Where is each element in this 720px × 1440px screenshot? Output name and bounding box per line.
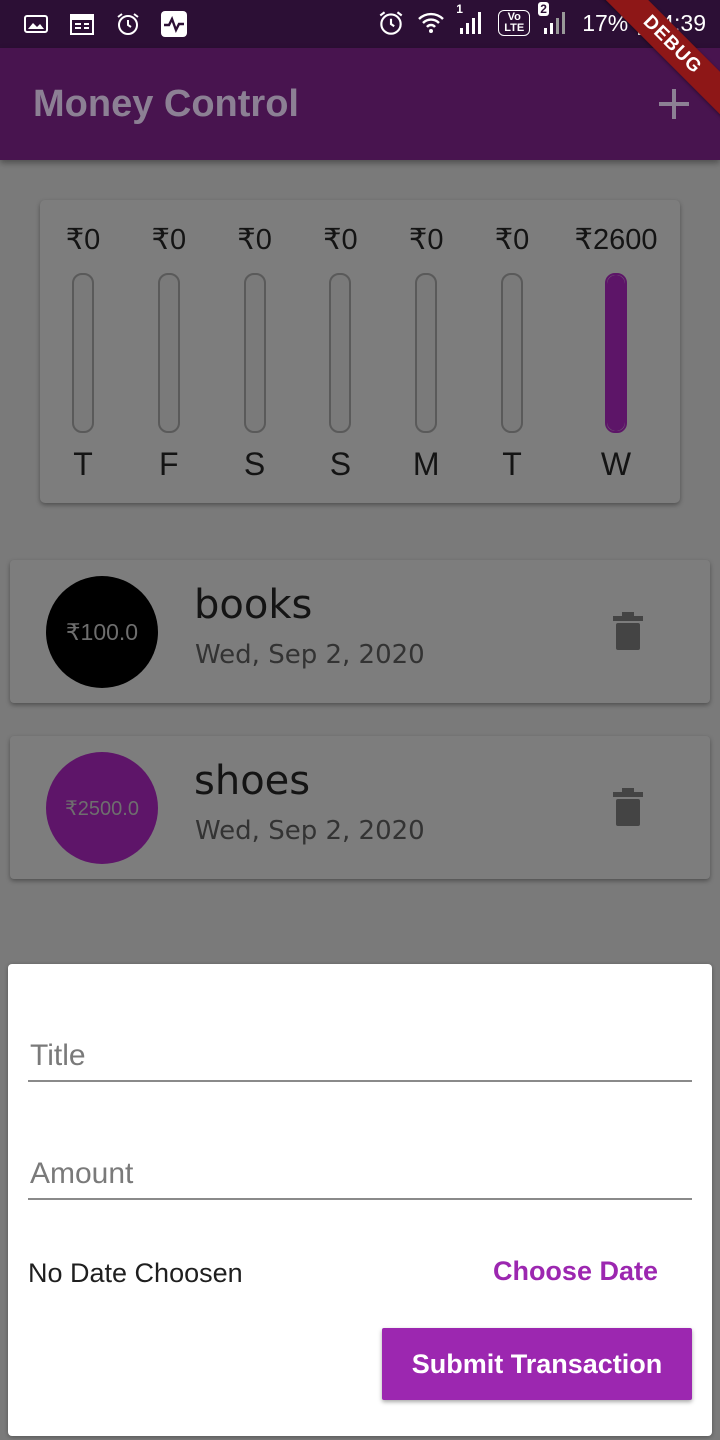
- alarm-icon: [117, 13, 139, 35]
- new-transaction-form: No Date Choosen Choose Date Submit Trans…: [8, 964, 712, 1436]
- chart-column: ₹0 T: [40, 200, 126, 503]
- chart-day-label: M: [412, 446, 440, 482]
- signal-sim2: 2: [538, 2, 572, 38]
- transaction-date: Wed, Sep 2, 2020: [195, 816, 425, 846]
- delete-icon[interactable]: [612, 788, 644, 826]
- chart-column: ₹0 S: [297, 200, 383, 503]
- wifi-icon: [418, 12, 445, 33]
- chart-bar: [72, 273, 94, 433]
- chart-bar: [605, 273, 627, 433]
- chart-day-label: F: [159, 446, 179, 482]
- app-bar: Money Control: [0, 48, 720, 160]
- amount-input[interactable]: [28, 1156, 696, 1192]
- signal-sim1: 1: [456, 2, 488, 38]
- chart-amount-label: ₹0: [323, 224, 358, 256]
- chart-bar: [157, 273, 180, 433]
- chart-amount-label: ₹0: [151, 224, 187, 256]
- chart-amount-label: ₹0: [237, 224, 272, 256]
- chart-column: ₹0 F: [126, 200, 212, 503]
- date-status: No Date Choosen: [28, 1258, 243, 1288]
- bottom-sheet: No Date Choosen Choose Date Submit Trans…: [0, 956, 720, 1440]
- chart-column: ₹0 M: [383, 200, 469, 503]
- submit-transaction-button[interactable]: Submit Transaction: [382, 1328, 692, 1400]
- transaction-date: Wed, Sep 2, 2020: [195, 640, 425, 670]
- calendar-icon: [70, 14, 94, 35]
- transaction-card: ₹100.0 books Wed, Sep 2, 2020: [10, 560, 710, 703]
- chart-bar: [415, 273, 438, 433]
- amount-text: ₹100.0: [65, 618, 139, 645]
- transaction-title: shoes: [194, 758, 311, 804]
- chart-column: ₹2600 W: [573, 200, 659, 503]
- transaction-title: books: [194, 582, 313, 628]
- chart-amount-label: ₹0: [408, 224, 444, 256]
- chart-day-label: S: [243, 446, 266, 482]
- chart-amount-label: ₹2600: [574, 224, 658, 256]
- chart-day-label: W: [600, 446, 632, 482]
- alarm-icon: [379, 11, 403, 35]
- chart-amount-label: ₹0: [494, 224, 530, 256]
- choose-date-button[interactable]: Choose Date: [493, 1256, 658, 1287]
- weekly-chart: ₹0 T ₹0 F ₹0 S ₹0 S ₹0 M ₹0 T ₹2600 W: [40, 200, 680, 503]
- sim1-label: 1: [456, 2, 463, 16]
- title-field: [28, 1010, 696, 1082]
- activity-icon: [161, 11, 187, 37]
- delete-icon[interactable]: [612, 612, 644, 650]
- plus-icon[interactable]: [654, 84, 694, 124]
- chart-day-label: S: [329, 446, 352, 482]
- amount-field: [28, 1128, 696, 1200]
- chart-bar-fill: [607, 275, 625, 431]
- notification-icons: [22, 10, 188, 38]
- chart-column: ₹0 T: [469, 200, 555, 503]
- chart-bar: [329, 273, 352, 433]
- chart-day-label: T: [73, 446, 93, 482]
- amount-avatar: ₹100.0: [46, 576, 158, 688]
- volte-badge: Vo LTE: [498, 10, 531, 36]
- transaction-card: ₹2500.0 shoes Wed, Sep 2, 2020: [10, 736, 710, 879]
- app-title: Money Control: [33, 83, 299, 125]
- sim2-label: 2: [538, 2, 549, 16]
- chart-amount-label: ₹0: [65, 224, 101, 256]
- amount-avatar: ₹2500.0: [46, 752, 158, 864]
- title-input[interactable]: [28, 1038, 696, 1074]
- chart-bar: [243, 273, 266, 433]
- chart-day-label: T: [502, 446, 522, 482]
- gallery-icon: [24, 15, 48, 33]
- amount-text: ₹2500.0: [65, 797, 139, 820]
- chart-column: ₹0 S: [212, 200, 298, 503]
- chart-bar: [501, 273, 523, 433]
